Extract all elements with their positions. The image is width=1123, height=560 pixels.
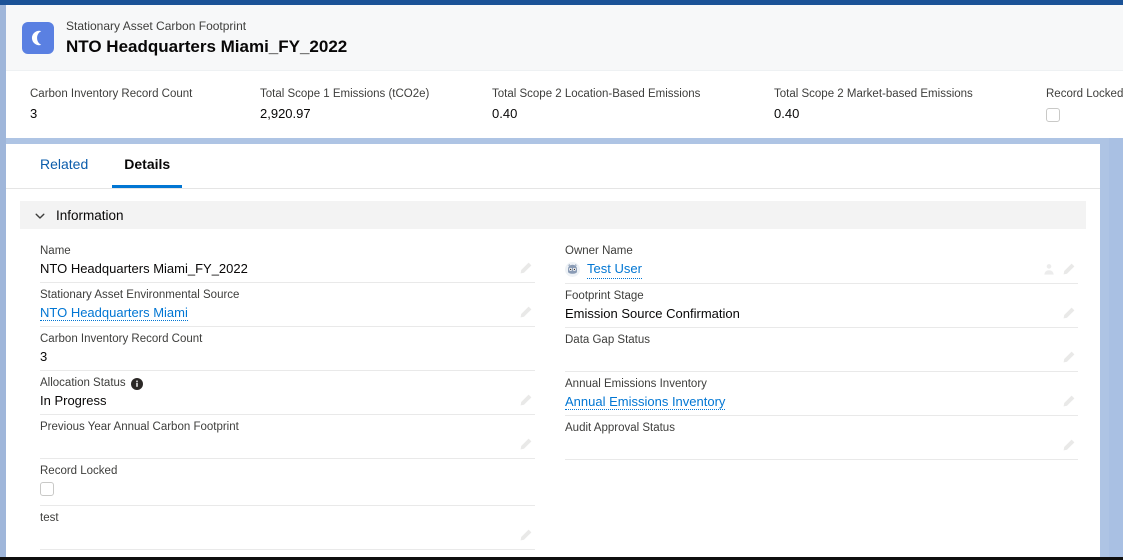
field-row: Audit Approval Status bbox=[565, 416, 1078, 460]
chevron-down-icon bbox=[34, 209, 46, 221]
field-value-link[interactable]: NTO Headquarters Miami bbox=[40, 305, 188, 321]
field-value: Test User bbox=[565, 259, 1078, 279]
field-label: Allocation Status bbox=[40, 376, 535, 391]
field-label: Annual Emissions Inventory bbox=[565, 377, 1078, 392]
edit-pencil-icon[interactable] bbox=[519, 305, 533, 319]
field-label-text: Footprint Stage bbox=[565, 290, 644, 302]
field-label: test bbox=[40, 511, 535, 526]
record-tabs: Related Details bbox=[6, 144, 1100, 189]
field-label-text: Name bbox=[40, 245, 71, 257]
field-label-text: Stationary Asset Environmental Source bbox=[40, 289, 240, 301]
field-row: Carbon Inventory Record Count 3 bbox=[40, 327, 535, 371]
field-label-text: Data Gap Status bbox=[565, 334, 651, 346]
field-value: Annual Emissions Inventory bbox=[565, 392, 1078, 411]
field-label: Previous Year Annual Carbon Footprint bbox=[40, 420, 535, 435]
field-value bbox=[40, 435, 535, 454]
window-right-gutter bbox=[1109, 138, 1123, 560]
information-section-header[interactable]: Information bbox=[20, 201, 1086, 229]
field-label: Footprint Stage bbox=[565, 289, 1078, 304]
record-header-titles: Stationary Asset Carbon Footprint NTO He… bbox=[66, 19, 347, 57]
record-locked-checkbox-detail[interactable] bbox=[40, 482, 54, 496]
header-field-label: Total Scope 2 Market-based Emissions bbox=[774, 88, 973, 100]
edit-pencil-icon[interactable] bbox=[1062, 394, 1076, 408]
header-field-label: Total Scope 2 Location-Based Emissions bbox=[492, 88, 701, 100]
field-label-text: Previous Year Annual Carbon Footprint bbox=[40, 421, 239, 433]
details-right-column: Owner Name Test User Footprint Stage Emissi… bbox=[553, 239, 1100, 550]
record-locked-checkbox[interactable] bbox=[1046, 108, 1060, 122]
edit-pencil-icon[interactable] bbox=[519, 393, 533, 407]
field-row: Owner Name Test User bbox=[565, 239, 1078, 284]
edit-pencil-icon[interactable] bbox=[519, 261, 533, 275]
header-field-0: Carbon Inventory Record Count 3 bbox=[30, 87, 192, 122]
tab-details[interactable]: Details bbox=[112, 156, 183, 188]
information-section-title: Information bbox=[56, 207, 124, 223]
field-row: Previous Year Annual Carbon Footprint bbox=[40, 415, 535, 459]
field-label-text: Audit Approval Status bbox=[565, 422, 675, 434]
header-field-value: 3 bbox=[30, 106, 38, 121]
field-value bbox=[565, 348, 1078, 367]
details-field-grid: Name NTO Headquarters Miami_FY_2022 Statio… bbox=[6, 229, 1100, 550]
edit-pencil-icon[interactable] bbox=[519, 528, 533, 542]
edit-pencil-icon[interactable] bbox=[1062, 438, 1076, 452]
field-row: Data Gap Status bbox=[565, 328, 1078, 372]
field-row: Allocation Status In Progress bbox=[40, 371, 535, 415]
header-field-label: Record Locked bbox=[1046, 88, 1123, 100]
info-icon[interactable] bbox=[130, 377, 143, 390]
field-row: Name NTO Headquarters Miami_FY_2022 bbox=[40, 239, 535, 283]
field-label: Carbon Inventory Record Count bbox=[40, 332, 535, 347]
header-field-label: Total Scope 1 Emissions (tCO2e) bbox=[260, 88, 430, 100]
field-label-text: Record Locked bbox=[40, 465, 118, 477]
header-field-value: 2,920.97 bbox=[260, 106, 311, 121]
field-label: Data Gap Status bbox=[565, 333, 1078, 348]
field-row: Record Locked bbox=[40, 459, 535, 506]
record-header: Stationary Asset Carbon Footprint NTO He… bbox=[6, 5, 1123, 138]
object-type-label: Stationary Asset Carbon Footprint bbox=[66, 18, 247, 33]
field-row: Annual Emissions Inventory Annual Emissio… bbox=[565, 372, 1078, 416]
field-value: NTO Headquarters Miami_FY_2022 bbox=[40, 261, 248, 276]
field-value: Emission Source Confirmation bbox=[565, 306, 740, 321]
record-header-title-bar: Stationary Asset Carbon Footprint NTO He… bbox=[6, 5, 1123, 71]
record-detail-card: Related Details Information Name NTO Headq… bbox=[6, 144, 1100, 557]
field-value: In Progress bbox=[40, 393, 107, 408]
field-row: Stationary Asset Environmental Source NTO… bbox=[40, 283, 535, 327]
field-label: Name bbox=[40, 244, 535, 259]
edit-pencil-icon[interactable] bbox=[1062, 262, 1076, 276]
details-left-column: Name NTO Headquarters Miami_FY_2022 Statio… bbox=[6, 239, 553, 550]
header-field-1: Total Scope 1 Emissions (tCO2e) 2,920.97 bbox=[260, 87, 429, 122]
user-avatar-icon bbox=[565, 261, 580, 277]
field-label: Stationary Asset Environmental Source bbox=[40, 288, 535, 303]
field-row: test bbox=[40, 506, 535, 550]
field-label-text: Carbon Inventory Record Count bbox=[40, 333, 203, 345]
field-label-text: test bbox=[40, 512, 59, 524]
owner-name-link[interactable]: Test User bbox=[587, 259, 642, 279]
page-title: NTO Headquarters Miami_FY_2022 bbox=[66, 36, 348, 56]
field-value bbox=[565, 436, 1078, 455]
field-value bbox=[40, 526, 535, 545]
edit-pencil-icon[interactable] bbox=[519, 437, 533, 451]
field-value: NTO Headquarters Miami bbox=[40, 303, 535, 322]
field-label: Audit Approval Status bbox=[565, 421, 1078, 436]
crescent-moon-icon bbox=[22, 21, 54, 54]
header-field-3: Total Scope 2 Market-based Emissions 0.40 bbox=[774, 87, 973, 122]
change-owner-icon[interactable] bbox=[1042, 262, 1056, 276]
app-window: Stationary Asset Carbon Footprint NTO He… bbox=[0, 0, 1123, 560]
tab-related[interactable]: Related bbox=[28, 156, 100, 188]
header-field-value: 0.40 bbox=[774, 106, 800, 121]
field-value bbox=[40, 479, 535, 501]
field-label-text: Annual Emissions Inventory bbox=[565, 378, 707, 390]
header-field-2: Total Scope 2 Location-Based Emissions 0.… bbox=[492, 87, 700, 122]
field-value: 3 bbox=[40, 349, 48, 364]
edit-pencil-icon[interactable] bbox=[1062, 350, 1076, 364]
field-label: Record Locked bbox=[40, 464, 535, 479]
field-label-text: Allocation Status bbox=[40, 377, 126, 389]
field-row: Footprint Stage Emission Source Confirmat… bbox=[565, 284, 1078, 328]
field-label: Owner Name bbox=[565, 244, 1078, 259]
field-value-link[interactable]: Annual Emissions Inventory bbox=[565, 394, 726, 410]
header-field-label: Carbon Inventory Record Count bbox=[30, 88, 193, 100]
header-field-4: Record Locked bbox=[1046, 87, 1123, 127]
field-label-text: Owner Name bbox=[565, 245, 633, 257]
header-field-value: 0.40 bbox=[492, 106, 518, 121]
edit-pencil-icon[interactable] bbox=[1062, 306, 1076, 320]
